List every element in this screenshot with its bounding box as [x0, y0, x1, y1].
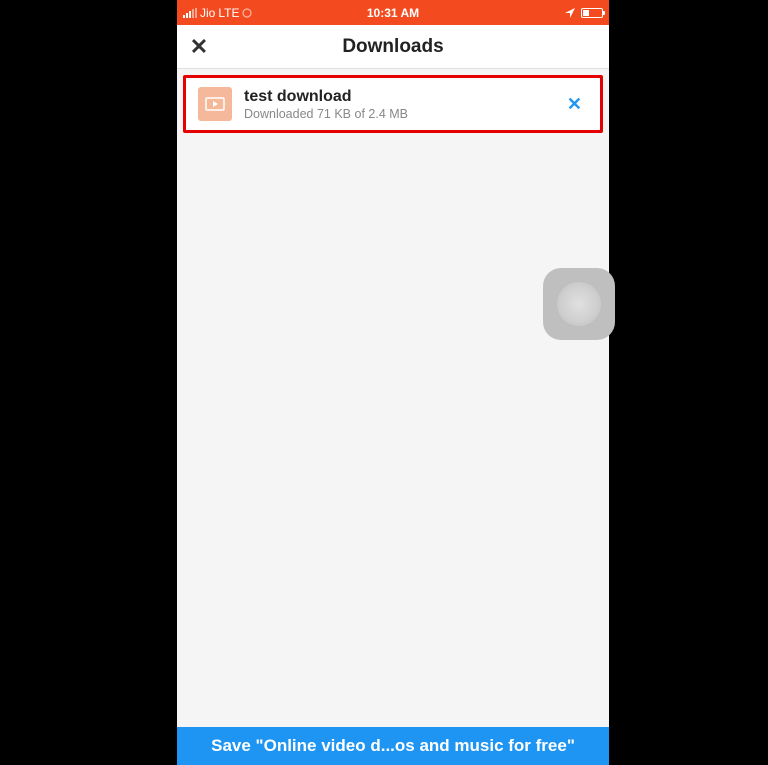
bottom-banner-text: Save "Online video d...os and music for …: [211, 736, 575, 756]
phone-screen: Jio LTE 10:31 AM ✕ Downloads: [177, 0, 609, 765]
header: ✕ Downloads: [177, 25, 609, 69]
download-title: test download: [244, 88, 549, 106]
battery-fill: [583, 10, 589, 16]
status-left: Jio LTE: [183, 6, 252, 20]
bottom-banner[interactable]: Save "Online video d...os and music for …: [177, 727, 609, 765]
content-area: test download Downloaded 71 KB of 2.4 MB…: [177, 69, 609, 727]
page-title: Downloads: [342, 36, 443, 58]
download-thumbnail: [198, 87, 232, 121]
download-status: Downloaded 71 KB of 2.4 MB: [244, 107, 549, 121]
status-right: [565, 8, 603, 18]
status-bar: Jio LTE 10:31 AM: [177, 0, 609, 25]
close-button[interactable]: ✕: [177, 25, 221, 69]
status-time: 10:31 AM: [367, 6, 419, 20]
loading-icon: [242, 8, 252, 18]
assistive-touch[interactable]: [543, 268, 615, 340]
battery-icon: [581, 8, 603, 18]
cancel-download-button[interactable]: ✕: [561, 88, 588, 121]
download-text: test download Downloaded 71 KB of 2.4 MB: [244, 88, 549, 121]
carrier-label: Jio: [200, 6, 215, 20]
video-icon: [204, 93, 226, 115]
download-item[interactable]: test download Downloaded 71 KB of 2.4 MB…: [183, 75, 603, 133]
assistive-touch-inner: [557, 282, 601, 326]
location-icon: [565, 8, 575, 18]
network-label: LTE: [218, 6, 239, 20]
signal-icon: [183, 8, 197, 18]
